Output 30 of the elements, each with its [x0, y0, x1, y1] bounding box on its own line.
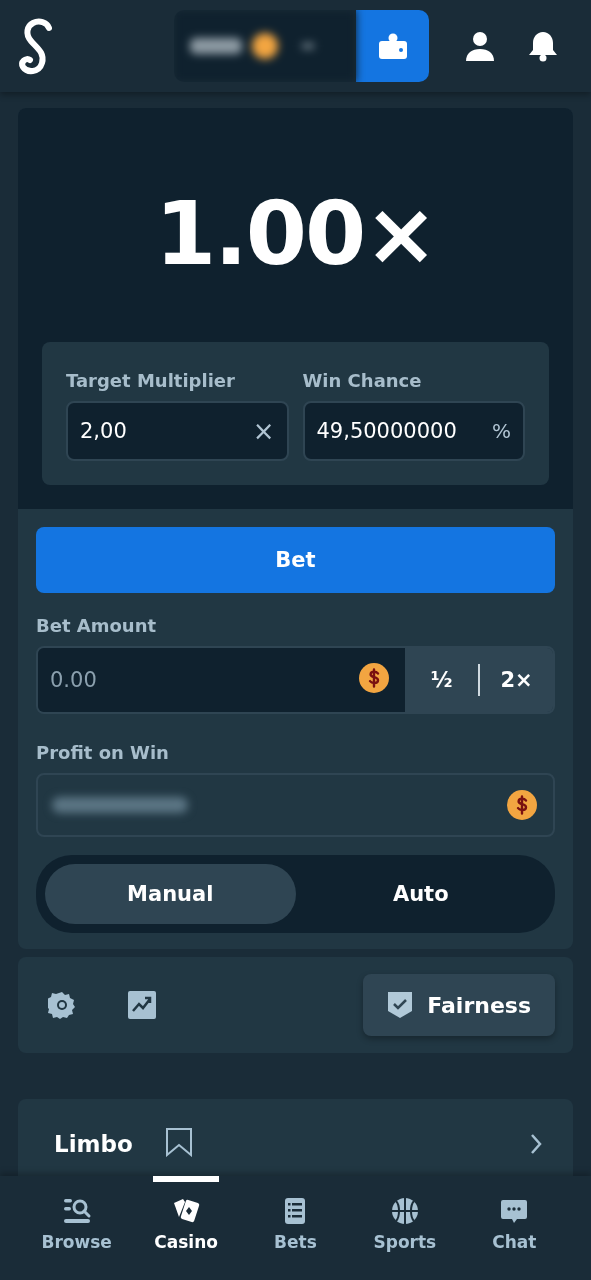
- target-multiplier-field[interactable]: 2,00 ×: [66, 401, 289, 461]
- basketball-icon: [389, 1196, 420, 1226]
- bet-button[interactable]: Bet: [36, 527, 555, 593]
- nav-tab[interactable]: Browse: [31, 1176, 122, 1280]
- field-label: Bet Amount: [36, 615, 158, 636]
- user-icon[interactable]: [465, 30, 495, 62]
- nav-tab[interactable]: Bets: [250, 1176, 341, 1280]
- wallet-button[interactable]: [356, 10, 429, 82]
- shield-check-icon: [387, 991, 414, 1019]
- nav-tab[interactable]: Chat: [469, 1176, 560, 1280]
- game-title: Limbo: [54, 1131, 133, 1157]
- bell-icon[interactable]: [527, 30, 559, 62]
- fairness-button[interactable]: Fairness: [363, 974, 555, 1036]
- search-list-icon: [61, 1196, 92, 1226]
- mode-tab[interactable]: Manual: [45, 864, 296, 924]
- nav-tab[interactable]: Sports: [359, 1176, 450, 1280]
- nav-tab[interactable]: Casino: [141, 1176, 232, 1280]
- dollar-coin-icon: [507, 790, 537, 820]
- balance-selector[interactable]: [174, 10, 356, 82]
- mode-tab[interactable]: Auto: [295, 864, 546, 924]
- chart-icon[interactable]: [128, 991, 156, 1019]
- field-label: Win Chance: [302, 370, 423, 391]
- win-chance-field[interactable]: 49,50000000 %: [302, 401, 525, 461]
- chevron-right-icon[interactable]: [529, 1133, 543, 1155]
- multiplier-display: 1.00×: [155, 190, 436, 278]
- bookmark-icon[interactable]: [164, 1127, 193, 1157]
- field-label: Target Multiplier: [66, 370, 236, 391]
- settings-icon[interactable]: [48, 991, 76, 1019]
- wallet-icon: [377, 33, 408, 59]
- field-label: Profit on Win: [36, 742, 170, 763]
